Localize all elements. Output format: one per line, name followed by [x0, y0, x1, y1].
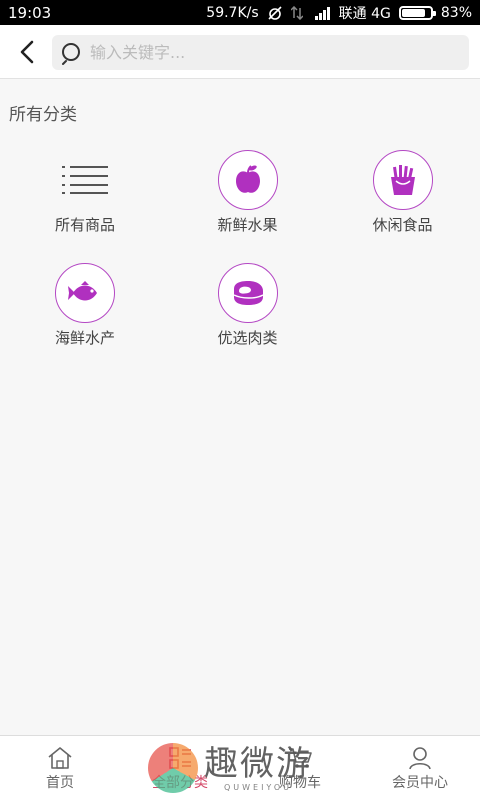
category-snacks[interactable]: 休闲食品 — [325, 150, 480, 263]
nav-cart[interactable]: 购物车 — [240, 736, 360, 800]
battery-percent: 83% — [440, 4, 472, 21]
fries-icon — [372, 150, 433, 210]
back-button[interactable] — [12, 37, 42, 67]
nav-home[interactable]: 首页 — [0, 736, 120, 800]
status-time: 19:03 — [8, 3, 52, 22]
search-icon — [62, 42, 80, 65]
network-speed: 59.7K/s — [206, 4, 259, 21]
category-meat[interactable]: 优选肉类 — [170, 263, 325, 376]
chevron-left-icon — [20, 40, 34, 64]
category-grid: 所有商品 新鲜水果 休闲食品 海鲜水产 优选肉类 — [0, 150, 480, 376]
category-seafood[interactable]: 海鲜水产 — [0, 263, 170, 376]
nav-member-center[interactable]: 会员中心 — [360, 736, 480, 800]
nav-categories[interactable]: 全部分类 — [120, 736, 240, 800]
category-label: 新鲜水果 — [217, 216, 278, 234]
signal-icon — [314, 6, 331, 20]
section-title: 所有分类 — [9, 105, 77, 125]
search-bar[interactable] — [52, 35, 469, 70]
category-label: 所有商品 — [54, 216, 115, 234]
meat-icon — [217, 263, 278, 323]
nav-label: 会员中心 — [392, 775, 448, 791]
category-label: 优选肉类 — [217, 329, 278, 347]
status-right: 59.7K/s 联通 4G 83% — [206, 3, 472, 23]
nav-label: 购物车 — [279, 775, 321, 791]
search-input[interactable] — [90, 43, 450, 62]
nav-label: 全部分类 — [152, 775, 208, 791]
category-label: 休闲食品 — [372, 216, 433, 234]
category-label: 海鲜水产 — [54, 329, 115, 347]
category-icon — [167, 744, 193, 772]
home-icon — [47, 744, 73, 772]
cart-icon — [287, 744, 313, 772]
apple-icon — [217, 150, 278, 210]
status-bar: 19:03 59.7K/s 联通 4G 83% — [0, 0, 480, 25]
fish-icon — [55, 263, 115, 323]
category-all-products[interactable]: 所有商品 — [0, 150, 170, 263]
header-bar — [0, 25, 480, 79]
alarm-off-icon — [267, 5, 283, 20]
bottom-nav: 首页 全部分类 购物车 会员中心 — [0, 735, 480, 800]
data-arrows-icon — [290, 5, 307, 20]
list-icon — [55, 150, 115, 210]
nav-label: 首页 — [46, 775, 74, 791]
battery-icon — [398, 5, 436, 20]
carrier-label: 联通 4G — [338, 5, 391, 22]
category-fresh-fruit[interactable]: 新鲜水果 — [170, 150, 325, 263]
user-icon — [407, 744, 433, 772]
